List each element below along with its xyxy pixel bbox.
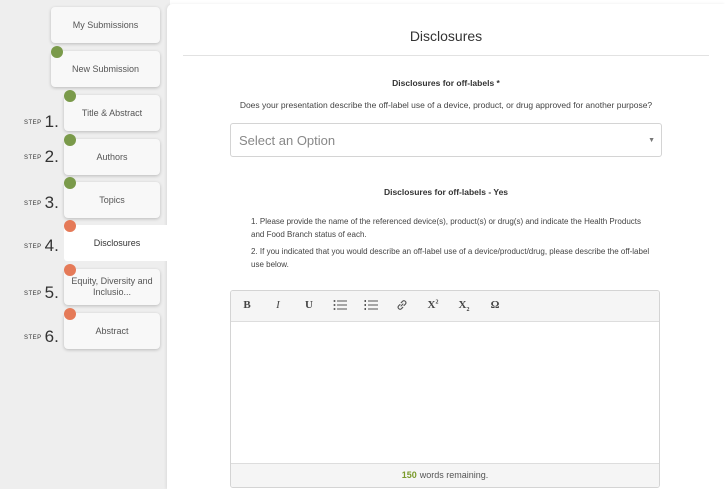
step-number-4: STEP 4. (24, 236, 59, 256)
status-dot-authors (64, 134, 76, 146)
caret-down-icon: ▼ (648, 137, 655, 144)
underline-button[interactable]: U (299, 299, 319, 313)
words-remaining-count: 150 (401, 470, 417, 480)
sidebar-item-label: Title & Abstract (81, 107, 143, 118)
status-dot-disclosures (64, 220, 76, 232)
step-number-5: STEP 5. (24, 283, 59, 303)
italic-button[interactable]: I (268, 299, 288, 313)
step-number-6: STEP 6. (24, 327, 59, 347)
off-label-question: Does your presentation describe the off-… (239, 100, 653, 110)
sidebar-item-abstract[interactable]: Abstract (64, 313, 160, 349)
step-number: 1. (44, 112, 59, 131)
bold-button[interactable]: B (237, 299, 257, 313)
step-word: STEP (24, 243, 42, 250)
status-dot-abstract (64, 308, 76, 320)
step-word: STEP (24, 119, 42, 126)
numbered-list-icon[interactable] (361, 299, 381, 313)
instruction-item-1: 1. Please provide the name of the refere… (251, 217, 641, 239)
step-number: 2. (44, 147, 59, 166)
sidebar-item-topics[interactable]: Topics (64, 182, 160, 218)
status-dot-title-abstract (64, 90, 76, 102)
sidebar-item-label: Equity, Diversity and Inclusio... (71, 276, 153, 297)
step-word: STEP (24, 334, 42, 341)
word-counter: 150 words remaining. (231, 463, 659, 487)
sidebar-item-title-abstract[interactable]: Title & Abstract (64, 95, 160, 131)
sidebar-item-label: Disclosures (93, 237, 141, 248)
select-value: Select an Option (239, 132, 336, 148)
step-number: 6. (44, 327, 59, 346)
step-number-2: STEP 2. (24, 147, 59, 167)
step-word: STEP (24, 154, 42, 161)
title-divider (183, 55, 709, 56)
instructions-list: 1. Please provide the name of the refere… (251, 215, 651, 275)
sidebar-item-label: Topics (99, 194, 125, 205)
sidebar-item-my-submissions[interactable]: My Submissions (51, 7, 160, 43)
sidebar: My Submissions New Submission STEP 1. Tit… (0, 0, 170, 489)
sidebar-item-label: Abstract (95, 325, 129, 336)
bullet-list-icon-svg (333, 300, 347, 310)
instruction-item-2: 2. If you indicated that you would descr… (251, 247, 650, 269)
sidebar-item-label: New Submission (71, 63, 140, 74)
editor-text-area[interactable] (231, 322, 659, 464)
status-dot-new-submission (51, 46, 63, 58)
numbered-list-icon-svg (364, 300, 378, 310)
section-heading-off-labels: Disclosures for off-labels * (392, 78, 500, 88)
sidebar-item-authors[interactable]: Authors (64, 139, 160, 175)
sidebar-item-label: Authors (96, 151, 128, 162)
editor-toolbar: B I U X2 X2 Ω (231, 291, 659, 322)
sidebar-item-equity-diversity-inclusion[interactable]: Equity, Diversity and Inclusio... (64, 269, 160, 305)
step-word: STEP (24, 200, 42, 207)
page-title: Disclosures (409, 28, 483, 44)
omega-icon[interactable]: Ω (485, 299, 505, 313)
link-icon[interactable] (392, 299, 412, 313)
off-label-select[interactable]: Select an Option ▼ (230, 123, 662, 157)
step-number: 5. (44, 283, 59, 302)
sidebar-item-label: My Submissions (72, 19, 139, 30)
rich-text-editor: B I U X2 X2 Ω 150 words remaining. (230, 290, 660, 488)
step-number: 3. (44, 193, 59, 212)
section-heading-off-labels-yes: Disclosures for off-labels - Yes (383, 187, 509, 197)
sidebar-item-new-submission[interactable]: New Submission (51, 51, 160, 87)
step-number-3: STEP 3. (24, 193, 59, 213)
status-dot-topics (64, 177, 76, 189)
main-panel: Disclosures Disclosures for off-labels *… (167, 4, 725, 489)
step-number: 4. (44, 236, 59, 255)
words-remaining-label: words remaining. (419, 470, 489, 480)
superscript-button[interactable]: X2 (423, 299, 443, 313)
step-number-1: STEP 1. (24, 112, 59, 132)
sidebar-item-disclosures[interactable]: Disclosures (64, 225, 170, 261)
status-dot-equity (64, 264, 76, 276)
link-icon-svg (397, 300, 407, 310)
subscript-button[interactable]: X2 (454, 299, 474, 313)
step-word: STEP (24, 290, 42, 297)
bullet-list-icon[interactable] (330, 299, 350, 313)
